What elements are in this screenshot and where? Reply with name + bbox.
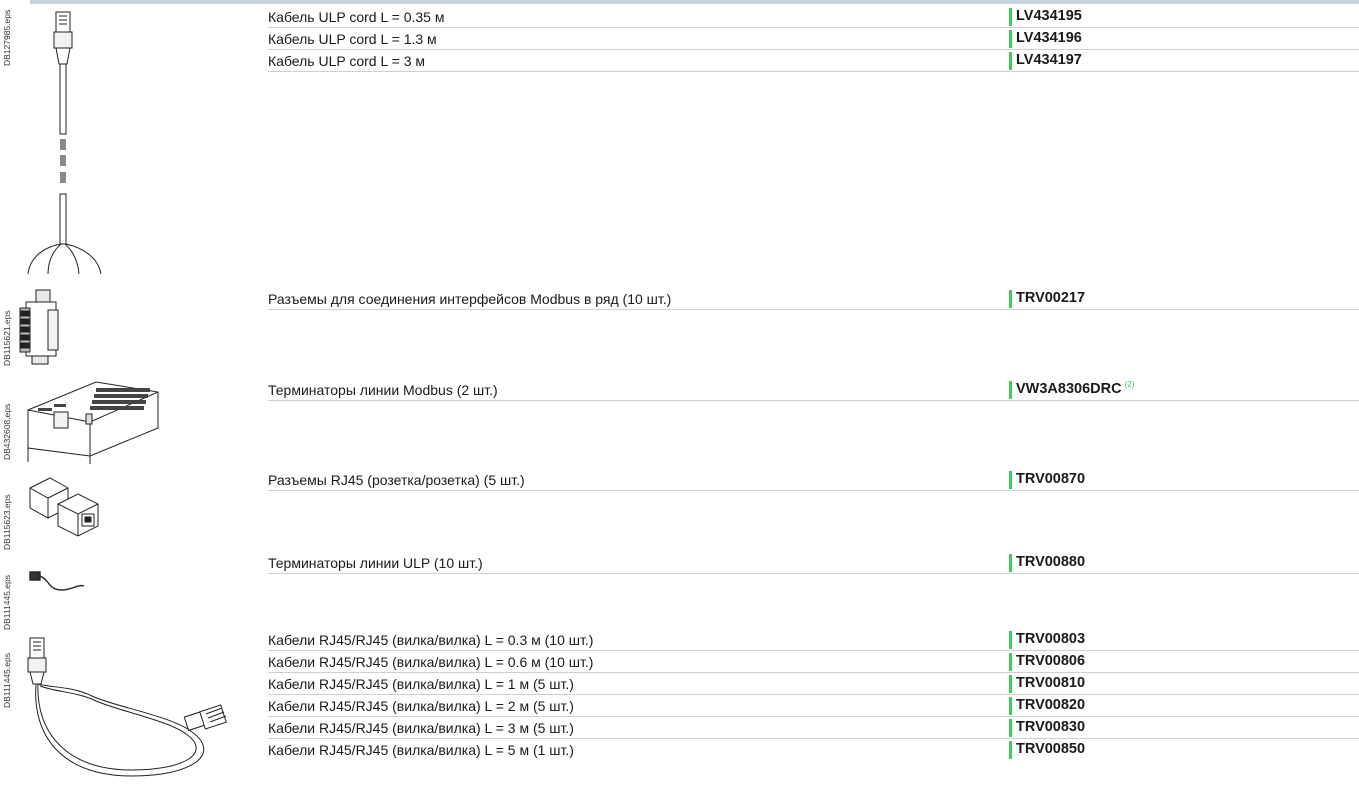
accent-bar (1009, 653, 1012, 671)
modbus-connector-illustration (19, 289, 59, 365)
row-description: Кабель ULP cord L = 0.35 м (268, 9, 445, 25)
row-description: Кабели RJ45/RJ45 (вилка/вилка) L = 0.3 м… (268, 632, 594, 648)
ulp-cord-illustration (27, 11, 102, 274)
row-description: Терминаторы линии Modbus (2 шт.) (268, 382, 498, 398)
rj45-cable-illustration (27, 637, 227, 777)
row-description: Кабели RJ45/RJ45 (вилка/вилка) L = 3 м (… (268, 720, 574, 736)
accent-bar (1009, 290, 1012, 308)
accent-bar (1009, 52, 1012, 70)
table-row: Разъемы RJ45 (розетка/розетка) (5 шт.) T… (268, 469, 1359, 491)
accent-bar (1009, 675, 1012, 693)
image-label-connector: DB115621.eps (2, 310, 12, 366)
table-row: Терминаторы линии ULP (10 шт.) TRV00880 (268, 552, 1359, 574)
accent-bar (1009, 554, 1012, 572)
accent-bar (1009, 381, 1012, 399)
row-reference: TRV00830 (1016, 719, 1086, 735)
table-row: Разъемы для соединения интерфейсов Modbu… (268, 288, 1359, 310)
table-row: Кабели RJ45/RJ45 (вилка/вилка) L = 3 м (… (268, 717, 1359, 739)
row-description: Терминаторы линии ULP (10 шт.) (268, 555, 483, 571)
accent-bar (1009, 741, 1012, 759)
row-reference: TRV00217 (1016, 290, 1086, 306)
accent-bar (1009, 697, 1012, 715)
table-row: Кабели RJ45/RJ45 (вилка/вилка) L = 1 м (… (268, 673, 1359, 695)
accent-bar (1009, 719, 1012, 737)
image-label-terminator-ulp: DB111445.eps (2, 575, 12, 630)
row-reference: VW3A8306DRC (2) (1016, 380, 1135, 397)
row-reference: LV434197 (1016, 52, 1082, 68)
image-label-rj45-cable: DB111445.eps (2, 653, 12, 708)
row-reference: TRV00880 (1016, 554, 1086, 570)
row-description: Кабели RJ45/RJ45 (вилка/вилка) L = 5 м (… (268, 742, 574, 758)
table-row: Кабель ULP cord L = 0.35 м LV434195 (268, 6, 1359, 28)
accent-bar (1009, 30, 1012, 48)
rj45-coupler-illustration (29, 477, 99, 537)
row-description: Кабель ULP cord L = 1.3 м (268, 31, 437, 47)
table-row: Кабель ULP cord L = 3 м LV434197 (268, 50, 1359, 72)
row-description: Кабели RJ45/RJ45 (вилка/вилка) L = 0.6 м… (268, 654, 594, 670)
row-reference: TRV00870 (1016, 471, 1086, 487)
row-reference: TRV00803 (1016, 631, 1086, 647)
header-bar (30, 0, 1359, 4)
row-description: Разъемы для соединения интерфейсов Modbu… (268, 291, 672, 307)
row-description: Кабель ULP cord L = 3 м (268, 53, 425, 69)
table-row: Кабель ULP cord L = 1.3 м LV434196 (268, 28, 1359, 50)
row-reference: LV434195 (1016, 8, 1082, 24)
row-description: Кабели RJ45/RJ45 (вилка/вилка) L = 2 м (… (268, 698, 574, 714)
table-row: Кабели RJ45/RJ45 (вилка/вилка) L = 2 м (… (268, 695, 1359, 717)
row-description: Разъемы RJ45 (розетка/розетка) (5 шт.) (268, 472, 525, 488)
image-label-terminator-modbus: DB432608.eps (2, 403, 12, 460)
row-reference: TRV00820 (1016, 697, 1086, 713)
table-row: Кабели RJ45/RJ45 (вилка/вилка) L = 0.3 м… (268, 629, 1359, 651)
table-row: Кабели RJ45/RJ45 (вилка/вилка) L = 0.6 м… (268, 651, 1359, 673)
image-label-rj45-coupler: DB115623.eps (2, 494, 12, 550)
accent-bar (1009, 631, 1012, 649)
modbus-terminator-illustration (27, 381, 159, 464)
accent-bar (1009, 471, 1012, 489)
table-row: Терминаторы линии Modbus (2 шт.) VW3A830… (268, 379, 1359, 401)
ulp-terminator-illustration (29, 571, 85, 591)
row-reference: TRV00806 (1016, 653, 1086, 669)
row-reference: LV434196 (1016, 30, 1082, 46)
row-description: Кабели RJ45/RJ45 (вилка/вилка) L = 1 м (… (268, 676, 574, 692)
image-label-cord: DB127985.eps (2, 9, 12, 66)
footnote-marker: (2) (1124, 380, 1135, 389)
table-row: Кабели RJ45/RJ45 (вилка/вилка) L = 5 м (… (268, 739, 1359, 760)
row-reference: TRV00850 (1016, 741, 1086, 757)
row-reference: TRV00810 (1016, 675, 1086, 691)
accent-bar (1009, 8, 1012, 26)
